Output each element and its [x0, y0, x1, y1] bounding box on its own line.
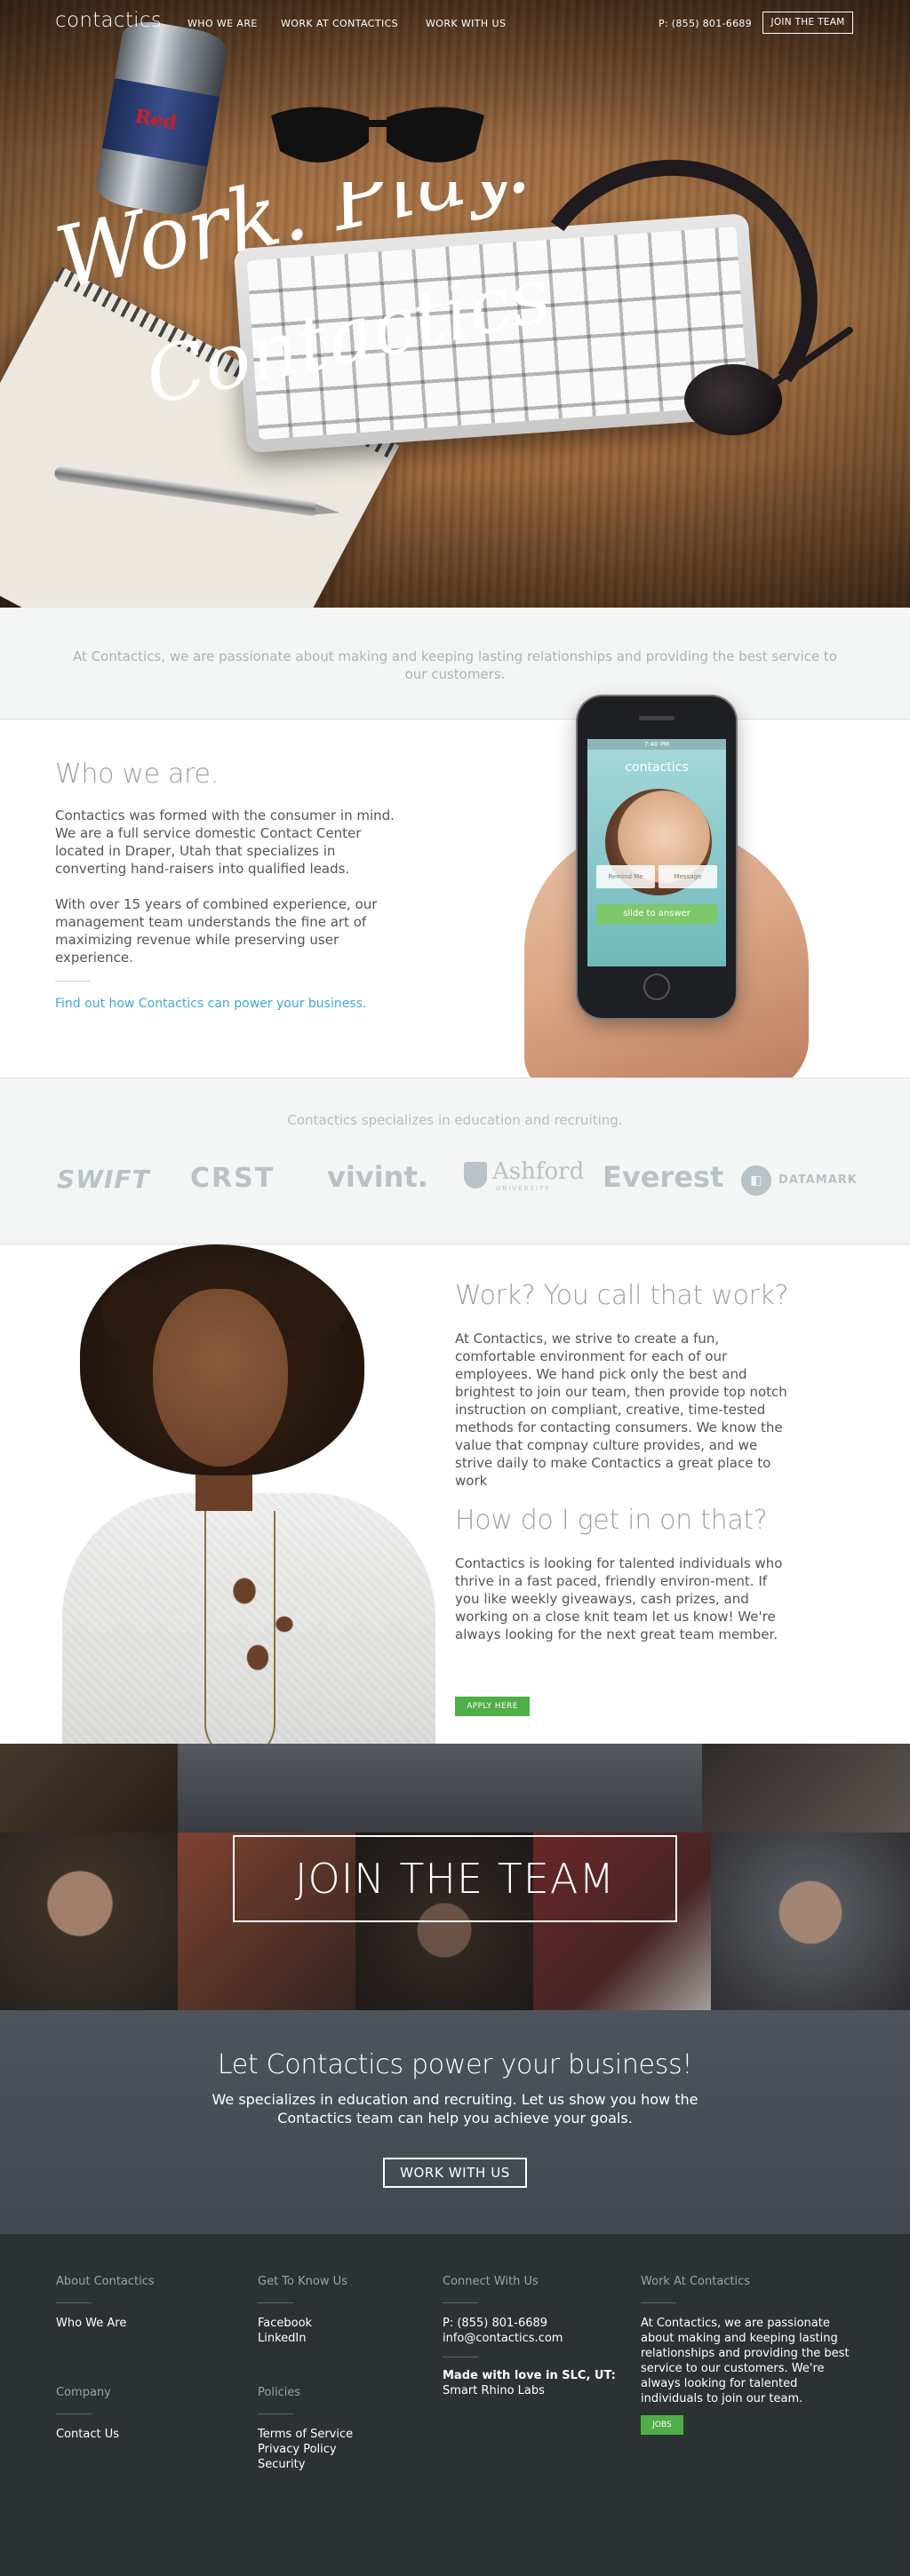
footer-about-heading: About Contactics	[56, 2275, 155, 2288]
logo-ashford: Ashford UNIVERSITY	[464, 1157, 584, 1197]
cta-section: Let Contactics power your business! We s…	[0, 2010, 910, 2234]
footer-work-heading: Work At Contactics	[641, 2275, 751, 2288]
ashford-shield-icon	[464, 1162, 487, 1189]
footer-policies-heading: Policies	[258, 2386, 301, 2399]
who-paragraph-2: With over 15 years of combined experienc…	[55, 896, 378, 966]
footer-who-we-are-link[interactable]: Who We Are	[56, 2316, 216, 2331]
join-team-button[interactable]: JOIN THE TEAM	[762, 12, 853, 34]
power-business-link[interactable]: Find out how Contactics can power your b…	[55, 997, 366, 1011]
clients-strip: Contactics specializes in education and …	[0, 1077, 910, 1244]
logo-everest: Everest	[603, 1160, 724, 1194]
footer-facebook-link[interactable]: Facebook	[258, 2316, 418, 2331]
cta-heading: Let Contactics power your business!	[217, 2049, 693, 2080]
phone-app-logo: contactics	[625, 760, 689, 775]
logo-vivint: vivint.	[327, 1160, 428, 1194]
top-nav: contactics WHO WE ARE WORK AT CONTACTICS…	[0, 0, 910, 46]
intro-text: At Contactics, we are passionate about m…	[73, 648, 837, 682]
site-logo[interactable]: contactics	[55, 9, 162, 32]
footer-policies-column: Policies Terms of Service Privacy Policy…	[258, 2386, 418, 2472]
nav-who-we-are[interactable]: WHO WE ARE	[188, 18, 258, 29]
nav-phone: P: (855) 801-6689	[659, 18, 752, 29]
apply-here-button[interactable]: APPLY HERE	[455, 1697, 530, 1716]
footer-company-heading: Company	[56, 2386, 111, 2399]
cta-text: We specializes in education and recruiti…	[212, 2091, 698, 2127]
datamark-icon: ◧	[741, 1165, 771, 1196]
footer-made-with-love: Made with love in SLC, UT:	[443, 2369, 616, 2382]
footer-connect-heading: Connect With Us	[443, 2275, 539, 2288]
nav-work-with-us[interactable]: WORK WITH US	[426, 18, 506, 29]
hero-title: Work. Play. Contactics.	[55, 182, 553, 423]
nav-work-at-contactics[interactable]: WORK AT CONTACTICS	[281, 18, 398, 29]
footer-privacy-link[interactable]: Privacy Policy	[258, 2442, 418, 2457]
footer-connect-column: Connect With Us P: (855) 801-6689 info@c…	[443, 2275, 629, 2398]
who-heading: Who we are.	[55, 759, 219, 790]
footer-work-text: At Contactics, we are passionate about m…	[641, 2317, 850, 2405]
join-team-label[interactable]: JOIN THE TEAM	[233, 1835, 677, 1922]
get-in-paragraph: Contactics is looking for talented indiv…	[455, 1555, 783, 1642]
footer-terms-link[interactable]: Terms of Service	[258, 2427, 418, 2442]
footer-phone: P: (855) 801-6689	[443, 2317, 548, 2330]
phone-message-button: Message	[659, 865, 717, 888]
hero-banner: Red Work. Play. Contactics. contactics W…	[0, 0, 910, 608]
footer-about-column: About Contactics Who We Are	[56, 2275, 216, 2331]
logo-swift: SWIFT	[57, 1165, 150, 1194]
sunglasses-image	[271, 107, 484, 163]
footer-security-link[interactable]: Security	[258, 2457, 418, 2472]
footer-know-heading: Get To Know Us	[258, 2275, 347, 2288]
logo-datamark: ◧ DATAMARK	[741, 1165, 866, 1206]
work-with-us-button[interactable]: WORK WITH US	[383, 2158, 527, 2188]
phone-slide-to-answer: slide to answer	[596, 904, 717, 924]
work-heading: Work? You call that work?	[455, 1280, 789, 1311]
get-in-heading: How do I get in on that?	[455, 1505, 768, 1536]
footer-email-link[interactable]: info@contactics.com	[443, 2331, 629, 2346]
phone-status-time: 7:40 PM	[587, 739, 726, 750]
footer-linkedin-link[interactable]: LinkedIn	[258, 2331, 418, 2346]
who-paragraph-1: Contactics was formed with the consumer …	[55, 807, 395, 877]
clients-caption: Contactics specializes in education and …	[287, 1112, 623, 1128]
employee-photo	[53, 1244, 435, 1744]
footer: About Contactics Who We Are Company Cont…	[0, 2234, 910, 2576]
footer-know-column: Get To Know Us Facebook LinkedIn	[258, 2275, 418, 2346]
headset-earpiece	[684, 364, 782, 435]
intro-strip: At Contactics, we are passionate about m…	[0, 608, 910, 720]
work-section: Work? You call that work? At Contactics,…	[0, 1244, 910, 1744]
join-team-banner[interactable]: JOIN THE TEAM	[0, 1744, 910, 2010]
jobs-button[interactable]: JOBS	[641, 2415, 683, 2435]
divider	[55, 981, 91, 982]
phone-home-button	[643, 974, 670, 1000]
phone-screen: 7:40 PM contactics Remind Me Message sli…	[587, 739, 726, 966]
who-we-are-section: Who we are. Contactics was formed with t…	[0, 696, 910, 1093]
footer-work-column: Work At Contactics At Contactics, we are…	[641, 2275, 858, 2435]
phone-remind-button: Remind Me	[596, 865, 655, 888]
logo-crst: CRST	[190, 1163, 275, 1194]
phone-image: 7:40 PM contactics Remind Me Message sli…	[578, 696, 736, 1018]
footer-company-column: Company Contact Us	[56, 2386, 216, 2442]
work-paragraph: At Contactics, we strive to create a fun…	[455, 1331, 787, 1489]
footer-agency-link[interactable]: Smart Rhino Labs	[443, 2383, 629, 2398]
footer-contact-link[interactable]: Contact Us	[56, 2427, 216, 2442]
